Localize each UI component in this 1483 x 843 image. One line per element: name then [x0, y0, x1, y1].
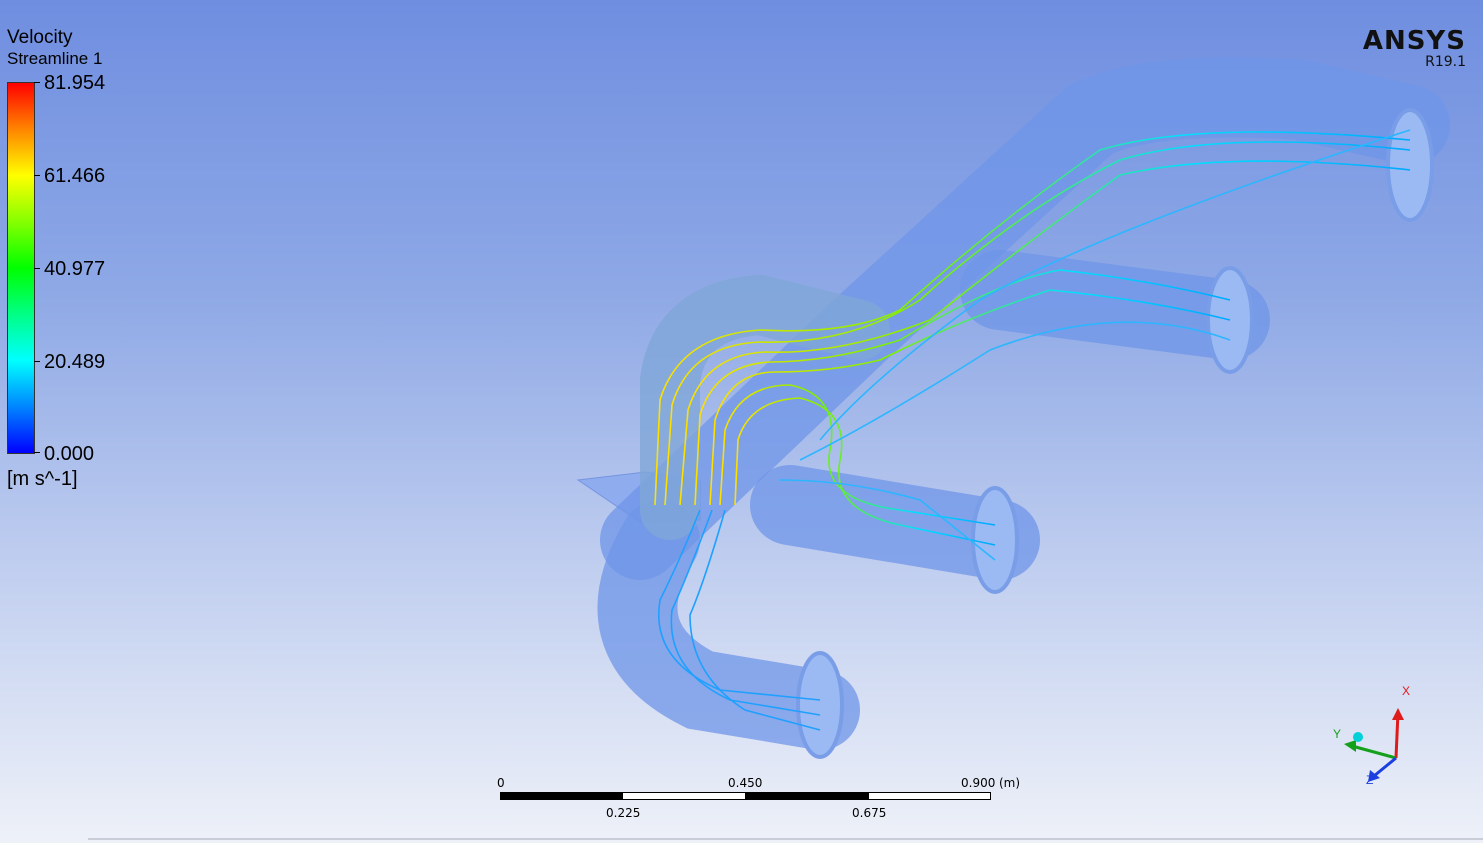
legend-min: 0.000 [44, 443, 95, 465]
scale-segment-3 [745, 792, 869, 800]
legend-object: Streamline 1 [7, 49, 103, 68]
manifold-geometry [576, 57, 1450, 759]
bottom-divider [88, 838, 1483, 840]
scale-segment-4 [868, 792, 991, 800]
legend-unit: [m s^-1] [7, 468, 78, 490]
legend-tick [34, 175, 40, 176]
scale-segment-2 [622, 792, 746, 800]
scale-bar: 0 0.450 0.900 (m) 0.225 0.675 [495, 772, 1035, 822]
axis-triad[interactable]: X Y Z [1333, 684, 1410, 787]
x-axis-label: X [1402, 684, 1410, 698]
legend-value-3: 61.466 [44, 165, 106, 187]
legend-value-1: 20.489 [44, 351, 106, 373]
z-axis-arrow [1373, 756, 1397, 778]
scale-label-three-quarter: 0.675 [852, 806, 887, 820]
legend-tick [34, 82, 40, 83]
triad-origin [1353, 732, 1363, 742]
scale-segment-1 [500, 792, 623, 800]
ansys-logo: ANSYS R19.1 [1363, 26, 1466, 70]
legend-value-2: 40.977 [44, 258, 106, 280]
scale-label-mid: 0.450 [728, 776, 763, 790]
scale-unit: (m) [999, 776, 1021, 790]
brand-version: R19.1 [1425, 54, 1466, 70]
legend-max: 81.954 [44, 72, 106, 94]
scale-label-0: 0 [497, 776, 505, 790]
runner-pipe-1 [597, 500, 860, 750]
legend-variable: Velocity [7, 27, 73, 48]
y-axis-arrow [1351, 744, 1397, 760]
outlet-end-4 [1386, 108, 1434, 222]
z-axis-label: Z [1366, 773, 1373, 787]
legend-tick [34, 361, 40, 362]
legend-tick [34, 268, 40, 269]
y-axis-label: Y [1333, 727, 1341, 741]
legend-tick [34, 452, 40, 453]
outlet-end-1 [796, 651, 844, 759]
scale-label-max: 0.900 [961, 776, 996, 790]
3d-viewport[interactable]: X Y Z [0, 0, 1483, 843]
outlet-end-2 [971, 486, 1019, 594]
velocity-legend[interactable]: Velocity Streamline 1 81.954 61.466 40.9… [0, 0, 200, 500]
brand-name: ANSYS [1362, 26, 1466, 56]
legend-colorbar [7, 82, 35, 454]
scale-label-quarter: 0.225 [606, 806, 641, 820]
runner-pipe-2 [750, 465, 1040, 580]
